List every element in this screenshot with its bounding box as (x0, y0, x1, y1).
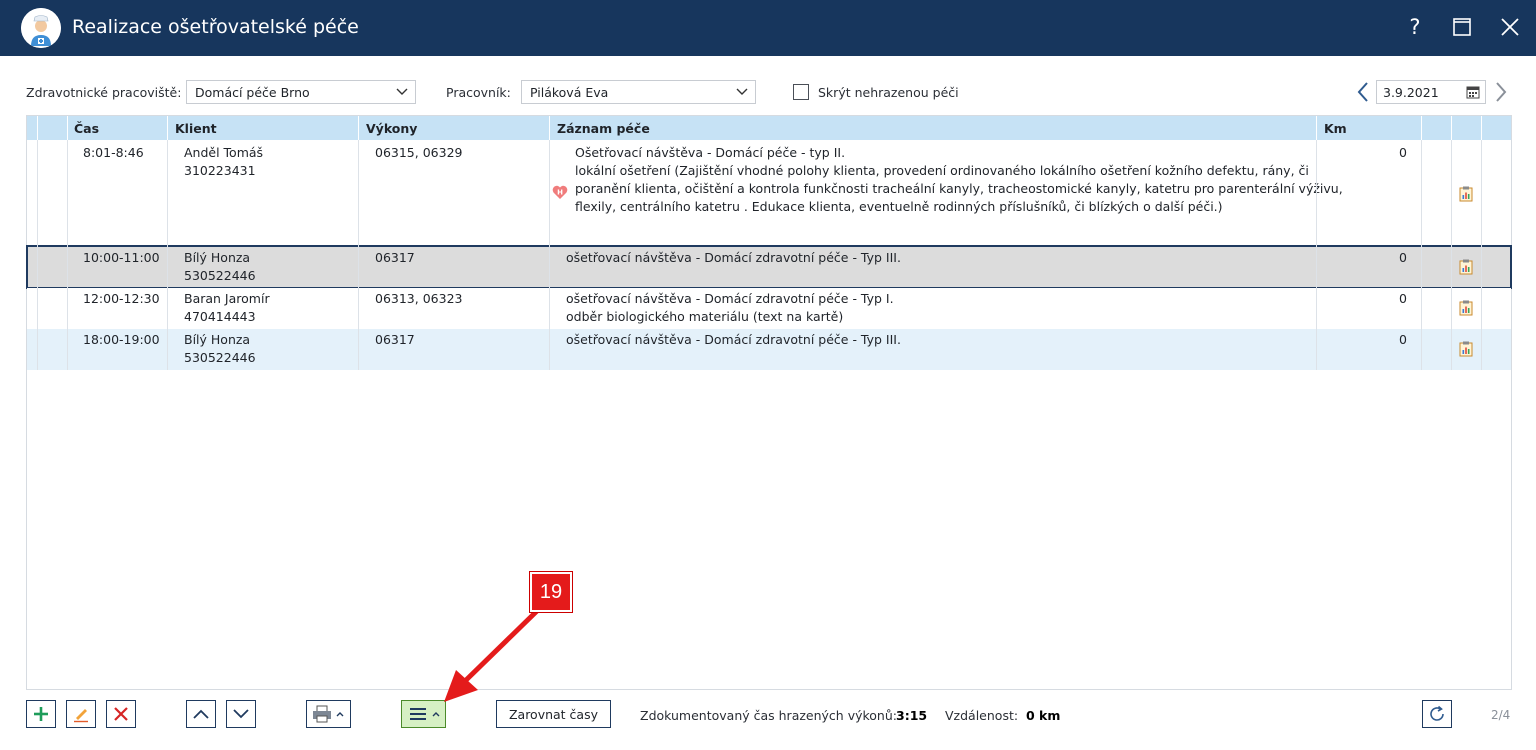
add-button[interactable] (26, 700, 56, 728)
close-icon (1501, 18, 1519, 36)
row-client-id: 470414443 (184, 309, 256, 324)
callout-arrow (444, 606, 542, 702)
grid-header: Čas Klient Výkony Záznam péče Km (27, 116, 1511, 140)
row-record-line: flexily, centrálního katetru . Edukace k… (575, 199, 1223, 214)
row-procedures: 06317 (375, 332, 415, 347)
row-time: 8:01-8:46 (83, 145, 144, 160)
title-bar: Realizace ošetřovatelské péče ? (0, 0, 1536, 56)
row-record-line: poranění klienta, očištění a kontrola fu… (575, 181, 1343, 196)
column-header-procedures[interactable]: Výkony (366, 116, 417, 140)
row-record-line: Ošetřovací návštěva - Domácí péče - typ … (575, 145, 846, 160)
distance-value: 0 km (1026, 708, 1061, 723)
table-row[interactable]: 12:00-12:30 Baran Jaromír 470414443 0631… (27, 288, 1511, 329)
row-km: 0 (1399, 332, 1407, 347)
row-procedures: 06317 (375, 250, 415, 265)
refresh-icon (1430, 705, 1444, 721)
row-client-name: Bílý Honza (184, 250, 251, 265)
care-records-grid[interactable]: Čas Klient Výkony Záznam péče Km 8:01-8:… (26, 115, 1512, 690)
row-client-id: 530522446 (184, 350, 256, 365)
printer-icon (312, 705, 343, 723)
chevron-down-icon (233, 709, 249, 719)
move-down-button[interactable] (226, 700, 256, 728)
chevron-right-icon (1496, 82, 1507, 102)
row-record-line: ošetřovací návštěva - Domácí zdravotní p… (566, 291, 894, 306)
column-header-km[interactable]: Km (1324, 116, 1347, 140)
print-menu-button[interactable] (306, 700, 351, 728)
row-procedures: 06315, 06329 (375, 145, 463, 160)
workplace-select[interactable]: Domácí péče Brno (186, 80, 416, 104)
nurse-logo-icon (21, 8, 61, 48)
row-record-line: ošetřovací návštěva - Domácí zdravotní p… (566, 250, 901, 265)
chevron-up-icon (193, 709, 209, 719)
row-procedures: 06313, 06323 (375, 291, 463, 306)
row-km: 0 (1399, 250, 1407, 265)
row-time: 10:00-11:00 (83, 250, 160, 265)
clipboard-chart-icon[interactable] (1459, 300, 1473, 316)
table-row[interactable]: 18:00-19:00 Bílý Honza 530522446 06317 o… (27, 329, 1511, 370)
prev-day-button[interactable] (1352, 80, 1374, 104)
row-record-line: lokální ošetření (Zajištění vhodné poloh… (575, 163, 1309, 178)
row-time: 12:00-12:30 (83, 291, 160, 306)
worker-label: Pracovník: (446, 85, 511, 100)
next-day-button[interactable] (1490, 80, 1512, 104)
hide-unpaid-checkbox[interactable] (793, 84, 809, 100)
documented-time-value: 3:15 (896, 708, 928, 723)
plus-icon (34, 707, 48, 721)
row-time: 18:00-19:00 (83, 332, 160, 347)
chevron-left-icon (1357, 82, 1368, 102)
hospital-heart-icon: H (552, 185, 568, 199)
maximize-button[interactable] (1447, 12, 1477, 42)
row-client-name: Baran Jaromír (184, 291, 270, 306)
table-row[interactable]: 10:00-11:00 Bílý Honza 530522446 06317 o… (26, 245, 1512, 289)
row-record-line: odběr biologického materiálu (text na ka… (566, 309, 844, 324)
maximize-icon (1453, 18, 1471, 36)
clipboard-chart-icon[interactable] (1459, 259, 1473, 275)
column-header-client[interactable]: Klient (175, 116, 217, 140)
row-client-id: 310223431 (184, 163, 256, 178)
column-header-time[interactable]: Čas (74, 116, 99, 140)
date-value: 3.9.2021 (1383, 85, 1439, 100)
calendar-icon[interactable] (1466, 85, 1480, 99)
chevron-down-icon (396, 88, 408, 95)
chevron-down-icon (736, 88, 748, 95)
distance-label: Vzdálenost: (945, 708, 1019, 723)
row-km: 0 (1399, 291, 1407, 306)
date-input[interactable]: 3.9.2021 (1376, 80, 1486, 104)
workplace-label: Zdravotnické pracoviště: (26, 85, 182, 100)
row-client-name: Bílý Honza (184, 332, 251, 347)
page-indicator: 2/4 (1491, 708, 1511, 722)
worker-value: Piláková Eva (530, 85, 609, 100)
clipboard-chart-icon[interactable] (1459, 341, 1473, 357)
close-button[interactable] (1495, 12, 1525, 42)
delete-button[interactable] (106, 700, 136, 728)
move-up-button[interactable] (186, 700, 216, 728)
documented-time-label: Zdokumentovaný čas hrazených výkonů: (640, 708, 897, 723)
refresh-button[interactable] (1422, 700, 1452, 728)
table-row[interactable]: 8:01-8:46 Anděl Tomáš 310223431 06315, 0… (27, 140, 1511, 246)
row-client-id: 530522446 (184, 268, 256, 283)
callout-badge: 19 (530, 572, 572, 612)
hide-unpaid-label: Skrýt nehrazenou péči (818, 85, 959, 100)
column-header-care-record[interactable]: Záznam péče (557, 116, 650, 140)
help-button[interactable]: ? (1400, 12, 1430, 42)
window-title: Realizace ošetřovatelské péče (72, 16, 359, 38)
pencil-icon (74, 709, 88, 723)
worker-select[interactable]: Piláková Eva (521, 80, 756, 104)
row-client-name: Anděl Tomáš (184, 145, 264, 160)
row-record-line: ošetřovací návštěva - Domácí zdravotní p… (566, 332, 901, 347)
workplace-value: Domácí péče Brno (195, 85, 310, 100)
edit-button[interactable] (66, 700, 96, 728)
clipboard-chart-icon[interactable] (1459, 186, 1473, 202)
row-km: 0 (1399, 145, 1407, 160)
svg-text:H: H (557, 189, 563, 197)
delete-x-icon (114, 707, 128, 721)
